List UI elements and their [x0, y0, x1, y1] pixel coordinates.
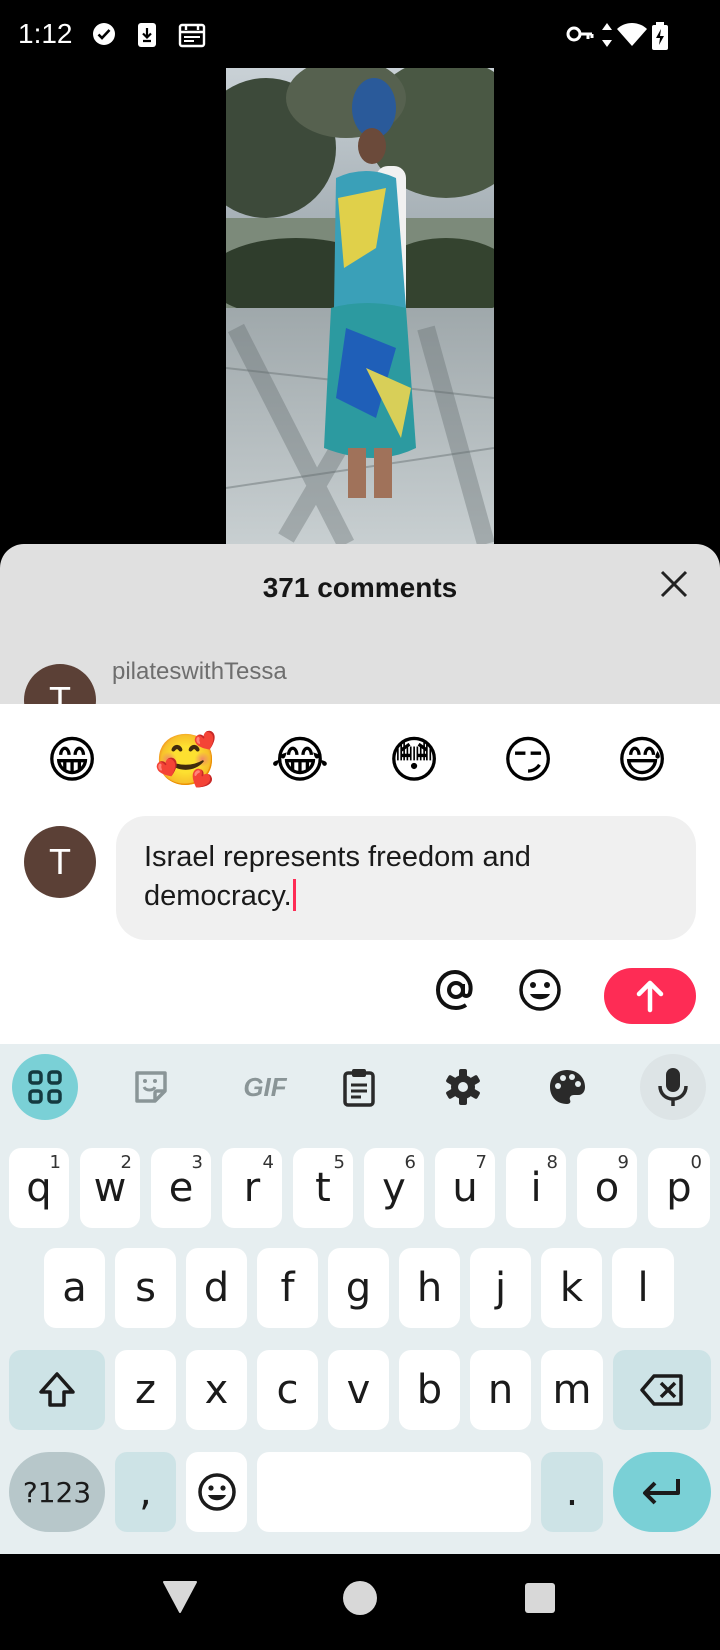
key-h[interactable]: h: [399, 1248, 460, 1328]
space-bar[interactable]: [257, 1452, 531, 1532]
key-n[interactable]: n: [470, 1350, 531, 1430]
key-i[interactable]: i8: [506, 1148, 566, 1228]
close-icon[interactable]: [658, 568, 690, 600]
key-d[interactable]: d: [186, 1248, 247, 1328]
backspace-key[interactable]: [613, 1350, 711, 1430]
key-v[interactable]: v: [328, 1350, 389, 1430]
comments-count-title: 371 comments: [262, 572, 458, 603]
comment-input-text: Israel represents freedom and democracy.: [144, 841, 531, 912]
commenter-username[interactable]: pilateswithTessa: [112, 658, 287, 686]
keyboard-toolbar: GIF: [0, 1044, 720, 1130]
clipboard-icon[interactable]: [326, 1054, 392, 1120]
key-t[interactable]: t5: [293, 1148, 353, 1228]
text-cursor: [292, 879, 296, 911]
battery-charging-icon: [652, 22, 668, 50]
key-a[interactable]: a: [44, 1248, 105, 1328]
comma-key[interactable]: ,: [115, 1452, 176, 1532]
key-u[interactable]: u7: [435, 1148, 495, 1228]
comment-composer: 😁 🥰 😂 😳 😏 😅 T Israel represents freedom …: [0, 704, 720, 1044]
key-p[interactable]: p0: [648, 1148, 710, 1228]
settings-gear-icon[interactable]: [430, 1054, 496, 1120]
emoji-smirk[interactable]: 😏: [496, 728, 560, 792]
video-thumbnail[interactable]: [226, 68, 494, 544]
microphone-icon[interactable]: [640, 1054, 706, 1120]
emoji-smiling-hearts[interactable]: 🥰: [154, 728, 218, 792]
emoji-key[interactable]: [186, 1452, 247, 1532]
arrow-up-icon: [636, 980, 664, 1013]
shift-key[interactable]: [9, 1350, 105, 1430]
emoji-quick-bar: 😁 🥰 😂 😳 😏 😅: [0, 728, 720, 792]
comment-input[interactable]: Israel represents freedom and democracy.: [116, 816, 696, 940]
send-button[interactable]: [604, 968, 696, 1024]
key-y[interactable]: y6: [364, 1148, 424, 1228]
key-b[interactable]: b: [399, 1350, 460, 1430]
back-triangle-icon[interactable]: [162, 1580, 198, 1614]
enter-arrow-icon: [643, 1479, 680, 1505]
key-q[interactable]: q1: [9, 1148, 69, 1228]
key-icon: [566, 26, 594, 42]
emoji-flushed[interactable]: 😳: [382, 728, 446, 792]
key-r[interactable]: r4: [222, 1148, 282, 1228]
status-bar: 1:12: [0, 0, 720, 68]
key-c[interactable]: c: [257, 1350, 318, 1430]
home-circle-icon[interactable]: [342, 1580, 378, 1616]
data-arrows-icon: [602, 23, 612, 47]
comments-sheet-header: 371 comments T pilateswithTessa: [0, 544, 720, 704]
recents-square-icon[interactable]: [524, 1582, 556, 1614]
emoji-tears-of-joy[interactable]: 😂: [268, 728, 332, 792]
key-f[interactable]: f: [257, 1248, 318, 1328]
gif-icon[interactable]: GIF: [222, 1054, 308, 1120]
key-x[interactable]: x: [186, 1350, 247, 1430]
wifi-icon: [617, 23, 647, 46]
enter-key[interactable]: [613, 1452, 711, 1532]
period-key[interactable]: .: [541, 1452, 603, 1532]
key-w[interactable]: w2: [80, 1148, 140, 1228]
my-avatar: T: [24, 826, 96, 898]
symbols-key[interactable]: ?123: [9, 1452, 105, 1532]
key-o[interactable]: o9: [577, 1148, 637, 1228]
key-g[interactable]: g: [328, 1248, 389, 1328]
key-z[interactable]: z: [115, 1350, 176, 1430]
key-j[interactable]: j: [470, 1248, 531, 1328]
smiley-icon: [197, 1473, 236, 1511]
emoji-picker-icon[interactable]: [516, 966, 564, 1014]
sticker-icon[interactable]: [118, 1054, 184, 1120]
key-e[interactable]: e3: [151, 1148, 211, 1228]
key-k[interactable]: k: [541, 1248, 602, 1328]
key-m[interactable]: m: [541, 1350, 603, 1430]
emoji-grin[interactable]: 😁: [40, 728, 104, 792]
check-circle-icon: [93, 23, 115, 45]
mention-icon[interactable]: [432, 966, 480, 1014]
download-icon: [138, 23, 156, 47]
system-navigation-bar: [0, 1554, 720, 1650]
backspace-icon: [640, 1374, 683, 1406]
key-s[interactable]: s: [115, 1248, 176, 1328]
calendar-icon: [178, 23, 206, 48]
shift-arrow-icon: [39, 1372, 75, 1407]
commenter-avatar[interactable]: T: [24, 664, 96, 704]
status-time: 1:12: [18, 18, 73, 49]
on-screen-keyboard: GIF q1 w2 e3 r4 t5 y6 u7 i8 o9 p0 a s d …: [0, 1044, 720, 1554]
emoji-sweat-smile[interactable]: 😅: [610, 728, 674, 792]
apps-grid-icon[interactable]: [12, 1054, 78, 1120]
key-l[interactable]: l: [612, 1248, 674, 1328]
palette-icon[interactable]: [534, 1054, 600, 1120]
video-player[interactable]: [0, 68, 720, 548]
